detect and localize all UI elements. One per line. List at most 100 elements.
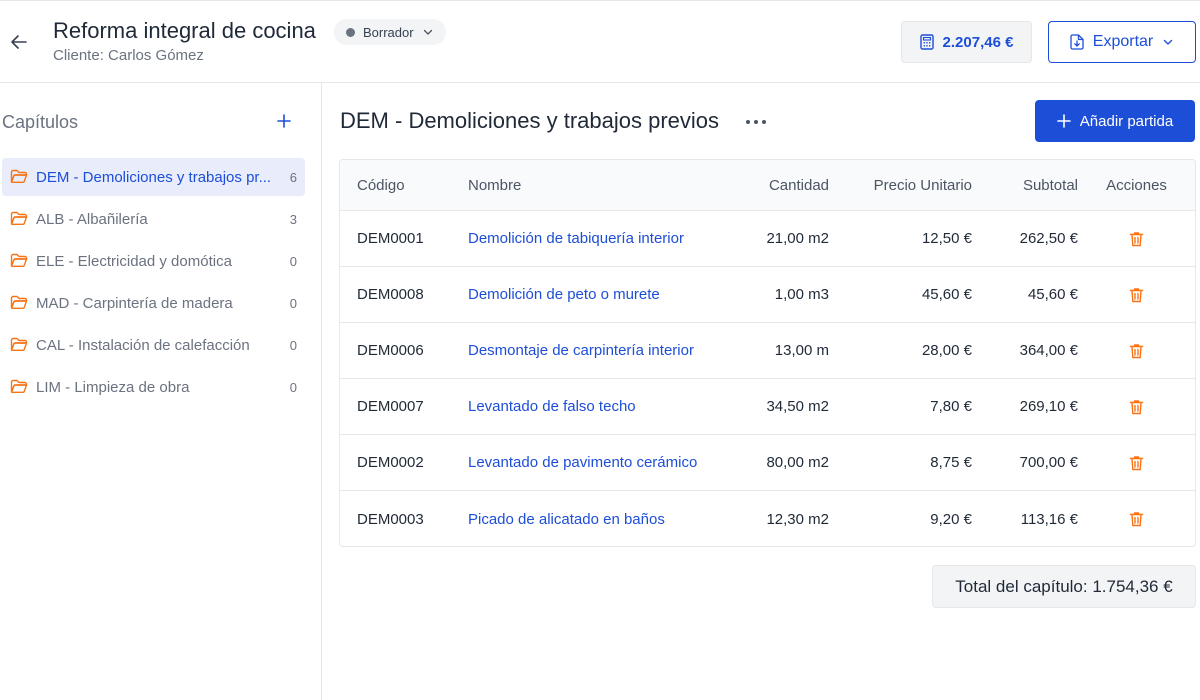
delete-button[interactable]: [1127, 285, 1147, 305]
sidebar-item-count: 6: [289, 169, 297, 185]
cell-code: DEM0001: [357, 230, 424, 247]
item-name-link[interactable]: Desmontaje de carpintería interior: [450, 342, 730, 359]
trash-icon: [1129, 231, 1144, 246]
cell-code: DEM0003: [357, 510, 424, 528]
cell-price: 9,20 €: [930, 510, 972, 528]
sidebar-item-lim[interactable]: LIM - Limpieza de obra 0: [2, 368, 305, 406]
folder-icon: [10, 295, 28, 309]
delete-button[interactable]: [1127, 397, 1147, 417]
col-header-name: Nombre: [468, 176, 522, 194]
client-subtitle: Cliente: Carlos Gómez: [53, 47, 204, 64]
item-name-link[interactable]: Levantado de pavimento cerámico: [450, 454, 730, 471]
status-dropdown[interactable]: Borrador: [334, 19, 446, 45]
cell-qty: 13,00 m: [774, 342, 829, 359]
add-item-button[interactable]: Añadir partida: [1035, 100, 1195, 142]
cell-qty: 1,00 m3: [774, 286, 829, 303]
sidebar-item-label: ALB - Albañilería: [36, 210, 148, 228]
cell-price: 45,60 €: [921, 286, 972, 303]
cell-code: DEM0008: [357, 286, 424, 303]
sidebar-item-ele[interactable]: ELE - Electricidad y domótica 0: [2, 242, 305, 280]
cell-actions: [1078, 397, 1195, 417]
trash-icon: [1129, 455, 1144, 470]
cell-subtotal: 113,16 €: [1020, 510, 1078, 528]
export-button[interactable]: Exportar: [1048, 21, 1196, 63]
item-name-link[interactable]: Demolición de peto o murete: [450, 286, 730, 303]
cell-code: DEM0007: [357, 398, 424, 415]
cell-code: DEM0006: [357, 342, 424, 359]
cell-price: 12,50 €: [921, 230, 972, 247]
cell-qty: 80,00 m2: [766, 454, 829, 471]
status-dot: [346, 27, 355, 37]
sidebar-title: Capítulos: [2, 112, 79, 132]
cell-actions: [1078, 229, 1195, 249]
page-title: Reforma integral de cocina: [53, 18, 316, 43]
sidebar-item-label: DEM - Demoliciones y trabajos pr...: [36, 168, 272, 186]
more-options-button[interactable]: [742, 110, 770, 134]
col-header-subtotal: Subtotal: [1022, 176, 1078, 194]
sidebar-item-count: 3: [289, 211, 297, 227]
more-horizontal-icon: [746, 120, 766, 124]
col-header-price: Precio Unitario: [873, 176, 972, 194]
sidebar-item-label: LIM - Limpieza de obra: [36, 378, 190, 396]
table-row: DEM0007 Levantado de falso techo 34,50 m…: [340, 379, 1195, 435]
folder-icon: [10, 253, 28, 267]
col-header-qty: Cantidad: [768, 176, 829, 194]
add-chapter-button[interactable]: [273, 110, 295, 132]
budget-total-value: 2.207,46 €: [942, 33, 1014, 51]
folder-icon: [10, 211, 28, 225]
cell-actions: [1078, 341, 1195, 361]
trash-icon: [1129, 512, 1144, 527]
top-header: Reforma integral de cocina Cliente: Carl…: [0, 0, 1200, 83]
table-row: DEM0006 Desmontaje de carpintería interi…: [340, 323, 1195, 379]
sidebar-item-count: 0: [289, 337, 297, 353]
folder-icon: [10, 337, 28, 351]
back-button[interactable]: [6, 29, 32, 55]
sidebar-item-count: 0: [289, 379, 297, 395]
item-name-link[interactable]: Demolición de tabiquería interior: [450, 230, 730, 247]
delete-button[interactable]: [1127, 509, 1147, 529]
sidebar-item-cal[interactable]: CAL - Instalación de calefacción 0: [2, 326, 305, 364]
calculator-icon: [919, 34, 934, 50]
table-row: DEM0003 Picado de alicatado en baños 12,…: [340, 491, 1195, 546]
file-download-icon: [1070, 34, 1084, 50]
budget-total: 2.207,46 €: [901, 21, 1032, 63]
sidebar-item-alb[interactable]: ALB - Albañilería 3: [2, 200, 305, 238]
export-label: Exportar: [1092, 33, 1154, 50]
sidebar-item-label: ELE - Electricidad y domótica: [36, 252, 232, 270]
item-name-link[interactable]: Levantado de falso techo: [450, 398, 730, 415]
delete-button[interactable]: [1127, 229, 1147, 249]
folder-icon: [10, 379, 28, 393]
add-item-label: Añadir partida: [1079, 112, 1174, 130]
item-name-link[interactable]: Picado de alicatado en baños: [450, 511, 730, 528]
trash-icon: [1129, 287, 1144, 302]
cell-price: 28,00 €: [921, 342, 972, 359]
sidebar-item-count: 0: [289, 253, 297, 269]
sidebar-item-mad[interactable]: MAD - Carpintería de madera 0: [2, 284, 305, 322]
cell-actions: [1078, 285, 1195, 305]
cell-code: DEM0002: [357, 454, 424, 471]
table-header: Código Nombre Cantidad Precio Unitario S…: [340, 160, 1195, 211]
cell-actions: [1078, 509, 1195, 529]
cell-qty: 34,50 m2: [766, 398, 829, 415]
sidebar-item-count: 0: [289, 295, 297, 311]
cell-subtotal: 45,60 €: [1027, 286, 1078, 303]
cell-actions: [1078, 453, 1195, 473]
chapter-list: DEM - Demoliciones y trabajos pr... 6 AL…: [2, 158, 305, 410]
trash-icon: [1129, 343, 1144, 358]
arrow-left-icon: [11, 35, 27, 49]
delete-button[interactable]: [1127, 341, 1147, 361]
sidebar-item-label: MAD - Carpintería de madera: [36, 294, 233, 312]
table-row: DEM0002 Levantado de pavimento cerámico …: [340, 435, 1195, 491]
sidebar-item-dem[interactable]: DEM - Demoliciones y trabajos pr... 6: [2, 158, 305, 196]
chapter-total: Total del capítulo: 1.754,36 €: [932, 565, 1196, 608]
cell-subtotal: 269,10 €: [1019, 398, 1078, 415]
sidebar-item-label: CAL - Instalación de calefacción: [36, 336, 250, 354]
delete-button[interactable]: [1127, 453, 1147, 473]
cell-qty: 21,00 m2: [766, 230, 829, 247]
cell-price: 7,80 €: [930, 398, 972, 415]
chapter-heading: DEM - Demoliciones y trabajos previos: [340, 108, 720, 133]
cell-qty: 12,30 m2: [766, 510, 829, 528]
table-row: DEM0008 Demolición de peto o murete 1,00…: [340, 267, 1195, 323]
cell-subtotal: 262,50 €: [1019, 230, 1078, 247]
status-label: Borrador: [363, 24, 414, 40]
